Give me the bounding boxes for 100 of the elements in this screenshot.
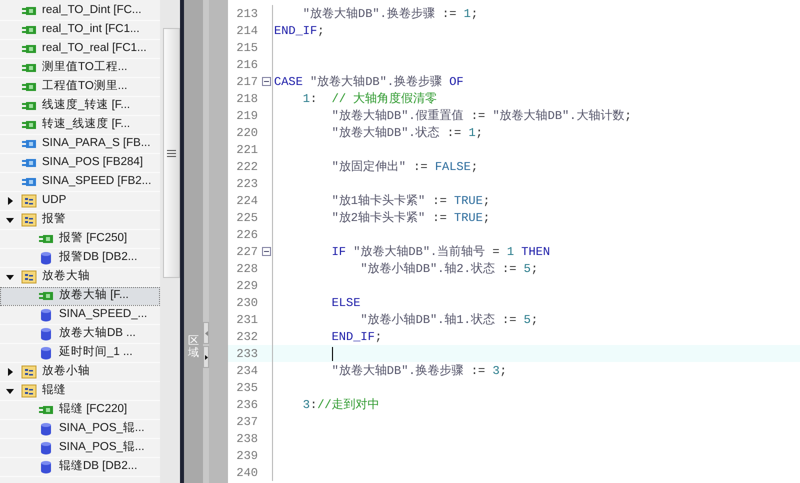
code-line: 3://走到对中 <box>302 396 380 414</box>
function-block-icon <box>21 23 37 37</box>
line-number: 234 <box>235 362 258 380</box>
function-block-icon <box>21 156 37 170</box>
tree-item[interactable]: 工程值TO测里... <box>0 78 160 97</box>
code-line: "放2轴卡头卡紧" := TRUE; <box>330 210 490 226</box>
line-number: 237 <box>235 414 258 430</box>
line-number: 225 <box>235 210 258 226</box>
line-number: 224 <box>235 192 258 210</box>
code-line: END_IF; <box>273 22 324 40</box>
tree-item[interactable]: 放卷大轴DB ... <box>0 325 160 344</box>
tree-item[interactable]: SINA_SPEED [FB2... <box>0 173 160 192</box>
code-line: "放1轴卡头卡紧" := TRUE; <box>330 192 490 210</box>
function-block-icon <box>38 289 54 303</box>
line-number: 230 <box>235 294 258 312</box>
code-line: "放卷大轴DB".换卷步骤 := 1; <box>302 6 478 22</box>
tree-item[interactable]: 测里值TO工程... <box>0 59 160 78</box>
code-line: "放固定伸出" := FALSE; <box>330 158 478 176</box>
tree-item[interactable]: 报警 [FC250] <box>0 230 160 249</box>
line-number: 223 <box>235 176 258 192</box>
database-icon <box>38 308 54 322</box>
function-block-icon <box>38 232 54 246</box>
line-number: 231 <box>235 312 258 328</box>
collapse-fold-icon[interactable] <box>262 247 271 256</box>
folder-icon <box>21 365 37 379</box>
line-number: 239 <box>235 448 258 464</box>
line-number: 226 <box>235 226 258 244</box>
line-number: 214 <box>235 22 258 40</box>
expand-arrow-icon[interactable] <box>6 368 14 376</box>
tree-item[interactable]: UDP <box>0 192 160 211</box>
function-block-icon <box>21 118 37 132</box>
tree-item[interactable]: SINA_POS_辊... <box>0 420 160 439</box>
database-icon <box>38 422 54 436</box>
right-arrow-icon <box>204 354 208 360</box>
function-block-icon <box>21 175 37 189</box>
line-number: 229 <box>235 278 258 294</box>
tree-item[interactable]: 放卷小轴 <box>0 363 160 382</box>
folder-icon <box>21 270 37 284</box>
line-number: 218 <box>235 90 258 108</box>
expand-arrow-icon[interactable] <box>6 197 14 205</box>
line-number: 238 <box>235 430 258 448</box>
tree-item[interactable]: SINA_POS [FB284] <box>0 154 160 173</box>
left-arrow-icon <box>204 330 208 336</box>
function-block-icon <box>38 403 54 417</box>
code-line: "放卷大轴DB".换卷步骤 := 3; <box>330 362 507 380</box>
tree-item[interactable]: real_TO_Dint [FC... <box>0 2 160 21</box>
code-line: CASE "放卷大轴DB".换卷步骤 OF <box>273 74 464 90</box>
tree-item[interactable]: 延时时间_1 ... <box>0 344 160 363</box>
code-line: "放卷小轴DB".轴2.状态 := 5; <box>359 260 538 278</box>
tree-item[interactable]: 报警 <box>0 211 160 230</box>
line-number: 220 <box>235 124 258 142</box>
tree-item[interactable]: 转速_线速度 [F... <box>0 116 160 135</box>
database-icon <box>38 441 54 455</box>
tree-item[interactable]: real_TO_int [FC1... <box>0 21 160 40</box>
line-number: 232 <box>235 328 258 346</box>
line-number: 221 <box>235 142 258 158</box>
collapse-fold-icon[interactable] <box>262 77 271 86</box>
collapse-arrow-icon[interactable] <box>6 216 14 224</box>
collapse-arrow-icon[interactable] <box>6 387 14 395</box>
tree-item[interactable]: 辊缝 [FC220] <box>0 401 160 420</box>
line-number: 235 <box>235 380 258 396</box>
line-number: 219 <box>235 108 258 124</box>
line-number: 228 <box>235 260 258 278</box>
line-number: 240 <box>235 464 258 482</box>
function-block-icon <box>21 137 37 151</box>
database-icon <box>38 460 54 474</box>
folder-icon <box>21 213 37 227</box>
function-block-icon <box>21 61 37 75</box>
folder-icon <box>21 194 37 208</box>
code-line: ELSE <box>330 294 360 312</box>
function-block-icon <box>21 4 37 18</box>
tree-item[interactable]: 辊缝 <box>0 382 160 401</box>
grip-icon <box>167 150 176 156</box>
code-line: "放卷小轴DB".轴1.状态 := 5; <box>359 312 538 328</box>
code-line: "放卷大轴DB".状态 := 1; <box>330 124 483 142</box>
line-number: 227 <box>235 244 258 260</box>
code-line: 1: // 大轴角度假清零 <box>302 90 438 108</box>
folder-icon <box>21 384 37 398</box>
function-block-icon <box>21 42 37 56</box>
line-number: 236 <box>235 396 258 414</box>
tree-item[interactable]: SINA_SPEED_... <box>0 306 160 325</box>
tree-item[interactable]: real_TO_real [FC1... <box>0 40 160 59</box>
tree-item[interactable]: 线速度_转速 [F... <box>0 97 160 116</box>
text-caret <box>332 346 333 360</box>
expand-right-button[interactable] <box>203 346 209 368</box>
tree-item[interactable]: SINA_PARA_S [FB... <box>0 135 160 154</box>
function-block-icon <box>21 99 37 113</box>
tree-item[interactable]: SINA_POS_辊... <box>0 439 160 458</box>
scrollbar-thumb[interactable] <box>163 28 180 278</box>
code-line: END_IF; <box>330 328 382 346</box>
function-block-icon <box>21 80 37 94</box>
tree-item[interactable]: 报警DB [DB2... <box>0 249 160 268</box>
line-number: 217 <box>235 74 258 90</box>
tree-item[interactable]: 放卷大轴 [F... <box>0 287 160 306</box>
tree-item[interactable]: 辊缝DB [DB2... <box>0 458 160 477</box>
database-icon <box>38 327 54 341</box>
code-line: "放卷大轴DB".假重置值 := "放卷大轴DB".大轴计数; <box>330 108 632 124</box>
line-number: 213 <box>235 6 258 22</box>
collapse-arrow-icon[interactable] <box>6 273 14 281</box>
database-icon <box>38 346 54 360</box>
